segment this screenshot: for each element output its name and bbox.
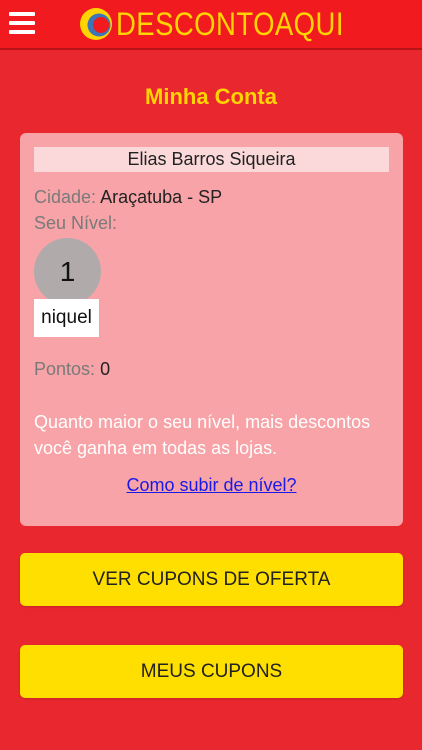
points-value: 0 xyxy=(100,359,111,379)
brand-logo: DESCONTOAQUI xyxy=(78,3,381,45)
level-row: Seu Nível: xyxy=(34,213,117,234)
user-name: Elias Barros Siqueira xyxy=(34,147,389,172)
my-coupons-button[interactable]: MEUS CUPONS xyxy=(20,645,403,698)
level-badge: 1 xyxy=(34,238,101,305)
hamburger-menu-icon[interactable] xyxy=(9,12,35,36)
view-offer-coupons-button[interactable]: VER CUPONS DE OFERTA xyxy=(20,553,403,606)
logo-ring-icon xyxy=(80,8,112,40)
city-label: Cidade: xyxy=(34,187,97,207)
points-label: Pontos: xyxy=(34,359,96,379)
level-info-text: Quanto maior o seu nível, mais descontos… xyxy=(34,412,371,458)
level-label: Seu Nível: xyxy=(34,213,118,233)
city-row: Cidade: Araçatuba - SP xyxy=(34,187,222,208)
level-name: niquel xyxy=(34,299,99,337)
app-header: DESCONTOAQUI xyxy=(0,0,422,50)
brand-name: DESCONTOAQUI xyxy=(116,6,344,42)
account-card: Elias Barros Siqueira Cidade: Araçatuba … xyxy=(20,133,403,526)
points-row: Pontos: 0 xyxy=(34,359,110,380)
page-title: Minha Conta xyxy=(145,84,277,109)
level-help-link[interactable]: Como subir de nível? xyxy=(20,475,403,496)
city-value: Araçatuba - SP xyxy=(100,187,223,207)
